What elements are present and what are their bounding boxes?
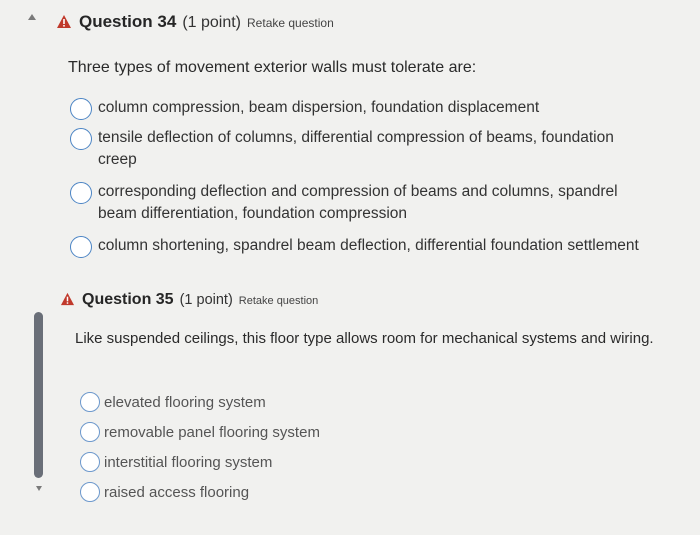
question-title: Question 35 bbox=[82, 291, 174, 308]
answer-option[interactable]: column compression, beam dispersion, fou… bbox=[70, 97, 670, 120]
warning-icon bbox=[56, 14, 72, 34]
question-34-header: Question 34 (1 point) Retake question bbox=[56, 12, 334, 32]
radio-button[interactable] bbox=[70, 236, 92, 258]
radio-button[interactable] bbox=[80, 422, 100, 442]
answer-option[interactable]: tensile deflection of columns, different… bbox=[70, 127, 655, 170]
question-prompt: Like suspended ceilings, this floor type… bbox=[75, 330, 654, 347]
question-title: Question 34 bbox=[79, 12, 177, 31]
answer-option[interactable]: corresponding deflection and compression… bbox=[70, 181, 650, 224]
radio-button[interactable] bbox=[70, 128, 92, 150]
scrollbar-thumb[interactable] bbox=[34, 312, 43, 478]
retake-question-link[interactable]: Retake question bbox=[239, 295, 319, 307]
radio-button[interactable] bbox=[70, 98, 92, 120]
scrollbar[interactable] bbox=[34, 312, 44, 484]
radio-button[interactable] bbox=[80, 452, 100, 472]
answer-option[interactable]: raised access flooring bbox=[80, 482, 249, 503]
option-label: column compression, beam dispersion, fou… bbox=[98, 99, 540, 116]
question-35-header: Question 35 (1 point) Retake question bbox=[60, 290, 318, 309]
option-label: raised access flooring bbox=[104, 484, 250, 501]
question-prompt: Three types of movement exterior walls m… bbox=[68, 59, 477, 76]
answer-option[interactable]: interstitial flooring system bbox=[80, 452, 272, 473]
answer-option[interactable]: elevated flooring system bbox=[80, 392, 266, 413]
question-points: (1 point) bbox=[182, 14, 242, 31]
option-label: elevated flooring system bbox=[104, 394, 266, 411]
answer-option[interactable]: removable panel flooring system bbox=[80, 422, 320, 443]
retake-question-link[interactable]: Retake question bbox=[247, 16, 334, 30]
option-label: corresponding deflection and compression… bbox=[98, 183, 618, 222]
scroll-up-arrow-icon[interactable] bbox=[28, 14, 36, 20]
radio-button[interactable] bbox=[80, 392, 100, 412]
question-points: (1 point) bbox=[179, 292, 233, 308]
option-label: interstitial flooring system bbox=[104, 454, 273, 471]
warning-icon bbox=[60, 292, 75, 311]
option-label: tensile deflection of columns, different… bbox=[98, 129, 614, 168]
option-label: removable panel flooring system bbox=[104, 424, 320, 441]
scroll-down-arrow-icon[interactable] bbox=[36, 486, 42, 491]
radio-button[interactable] bbox=[70, 182, 92, 204]
answer-option[interactable]: column shortening, spandrel beam deflect… bbox=[70, 235, 695, 258]
radio-button[interactable] bbox=[80, 482, 100, 502]
option-label: column shortening, spandrel beam deflect… bbox=[98, 237, 639, 254]
